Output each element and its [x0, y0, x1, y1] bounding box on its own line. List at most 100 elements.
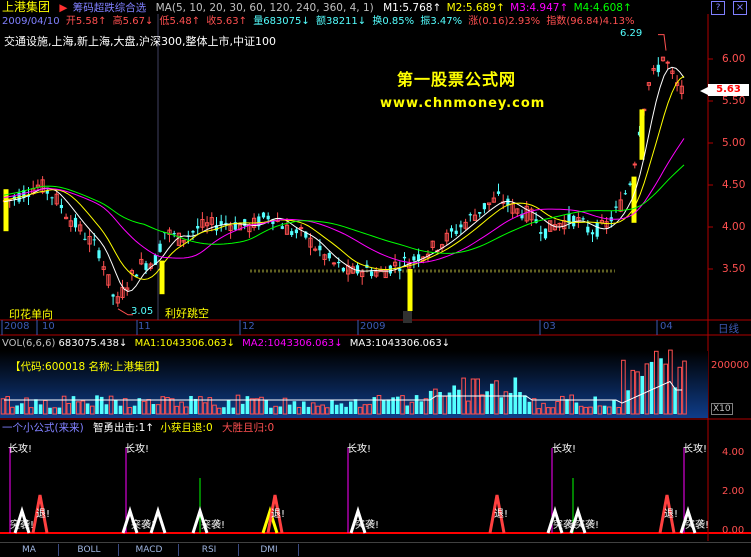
period-label[interactable]: 日线: [718, 321, 739, 336]
attack-label: 长攻!: [8, 444, 33, 455]
volume-bar: [339, 403, 344, 414]
low-price-label: 3.05: [131, 306, 154, 317]
watermark-title: 第一股票公式网: [397, 70, 517, 89]
quote-change: 涨(0.16)2.93%: [468, 16, 541, 27]
retreat-label: 退!: [494, 509, 509, 520]
signal-small-gain: 小获且退:0: [160, 422, 213, 434]
candle-body: [581, 218, 585, 220]
candle-body: [261, 212, 266, 218]
tab-rsi[interactable]: RSI: [180, 544, 239, 556]
volume-bar: [490, 383, 494, 414]
volume-bar: [222, 407, 226, 414]
volume-bar: [132, 405, 137, 414]
time-tick: 11: [138, 321, 151, 332]
volume-header: VOL(6,6,6) 683075.438↓ MA1:1043306.063↓ …: [2, 337, 456, 351]
candle-body: [327, 253, 331, 259]
close-icon[interactable]: ×: [733, 1, 747, 15]
candle-body: [331, 262, 337, 265]
code-label: 【代码:600018 名称:上港集团】: [10, 361, 166, 373]
price-tick: 4.00: [722, 221, 746, 233]
raid-label: 突袭!: [131, 520, 156, 531]
volume-bar: [522, 395, 527, 414]
concept-tags: 交通设施,上海,新上海,大盘,沪深300,整体上市,中证100: [4, 35, 276, 48]
candle-body: [92, 239, 96, 241]
volume-bar: [499, 397, 503, 414]
help-icon[interactable]: ?: [711, 1, 725, 15]
volume-bar: [438, 392, 442, 414]
candle-body: [595, 222, 599, 237]
volume-bar: [264, 399, 268, 414]
time-tick: 2009: [360, 321, 386, 332]
volume-bar: [344, 406, 348, 414]
volume-bar: [71, 396, 76, 414]
tab-ma[interactable]: MA: [0, 544, 59, 556]
time-tick: 03: [543, 321, 556, 332]
volume-bar: [85, 403, 90, 414]
time-tick: 04: [660, 321, 673, 332]
time-tick: 10: [42, 321, 55, 332]
volume-bar: [240, 403, 245, 414]
volume-bar: [593, 396, 597, 414]
volume-bar: [457, 389, 461, 414]
attack-label: 长攻!: [347, 444, 372, 455]
chart-canvas[interactable]: [0, 0, 751, 556]
tab-boll[interactable]: BOLL: [60, 544, 119, 556]
price-tick: 5.50: [722, 95, 746, 107]
volume-bar: [38, 404, 43, 414]
quote-low: 低5.48↑: [159, 16, 201, 27]
play-icon[interactable]: ▶: [59, 2, 67, 14]
volume-bar: [118, 405, 123, 414]
retreat-label: 退!: [664, 509, 679, 520]
volume-bar: [612, 399, 616, 414]
volume-bar: [485, 391, 489, 414]
volume-bar: [278, 406, 283, 414]
signal-tick: 2.00: [722, 486, 745, 497]
candle-body: [623, 193, 627, 195]
signal-candle: [407, 269, 413, 311]
volume-bar: [330, 400, 334, 414]
vol-ma2: MA2:1043306.063↓: [242, 338, 343, 349]
signal-header: 一个小公式(来来) 智勇出击:1↑ 小获且退:0 大胜且归:0: [2, 421, 280, 435]
attack-label: 长攻!: [552, 444, 577, 455]
volume-bar: [673, 387, 677, 414]
quote-index: 指数(96.84)4.13%: [546, 16, 635, 27]
quote-date: 2009/04/10: [2, 16, 60, 27]
vol-ma1: MA1:1043306.063↓: [134, 338, 235, 349]
candle-body: [586, 226, 590, 233]
raid-label: 突袭!: [355, 520, 380, 531]
time-tick: 2008: [4, 321, 30, 332]
right-note: 利好跳空: [165, 307, 209, 320]
volume-bar: [193, 399, 198, 414]
indicator-tab-bar: MA BOLL MACD RSI DMI: [0, 542, 751, 557]
volume-bar: [104, 404, 109, 414]
candle-body: [172, 233, 176, 235]
indicator-header: 上港集团 ▶ 筹码超跌综合选 MA(5, 10, 20, 30, 60, 120…: [2, 0, 638, 14]
candle-body: [266, 215, 270, 220]
signal-title: 一个小公式(来来): [2, 422, 84, 434]
stock-name: 上港集团: [2, 0, 51, 14]
candle-body: [318, 245, 322, 251]
candle-body: [449, 228, 454, 232]
volume-bar: [386, 399, 391, 414]
attack-label: 长攻!: [683, 444, 708, 455]
volume-bar: [626, 390, 630, 414]
m4-value: M4:4.608↑: [573, 2, 632, 14]
candle-body: [196, 225, 200, 229]
volume-bar: [231, 407, 236, 414]
candle-body: [468, 214, 472, 216]
volume-bar: [602, 405, 607, 414]
volume-bar: [287, 404, 292, 414]
candle-body: [73, 217, 78, 228]
m2-value: M2:5.689↑: [446, 2, 505, 14]
candle-body: [50, 197, 54, 199]
retreat-label: 退!: [271, 509, 286, 520]
tab-macd[interactable]: MACD: [120, 544, 179, 556]
volume-bar: [245, 396, 250, 414]
tab-dmi[interactable]: DMI: [240, 544, 299, 556]
candle-body: [614, 206, 618, 208]
candle-body: [459, 224, 463, 228]
indicator-name[interactable]: 筹码超跌综合选: [73, 2, 147, 14]
candle-body: [665, 61, 670, 64]
quote-open: 开5.58↑: [65, 16, 107, 27]
volume-bar: [428, 390, 433, 414]
